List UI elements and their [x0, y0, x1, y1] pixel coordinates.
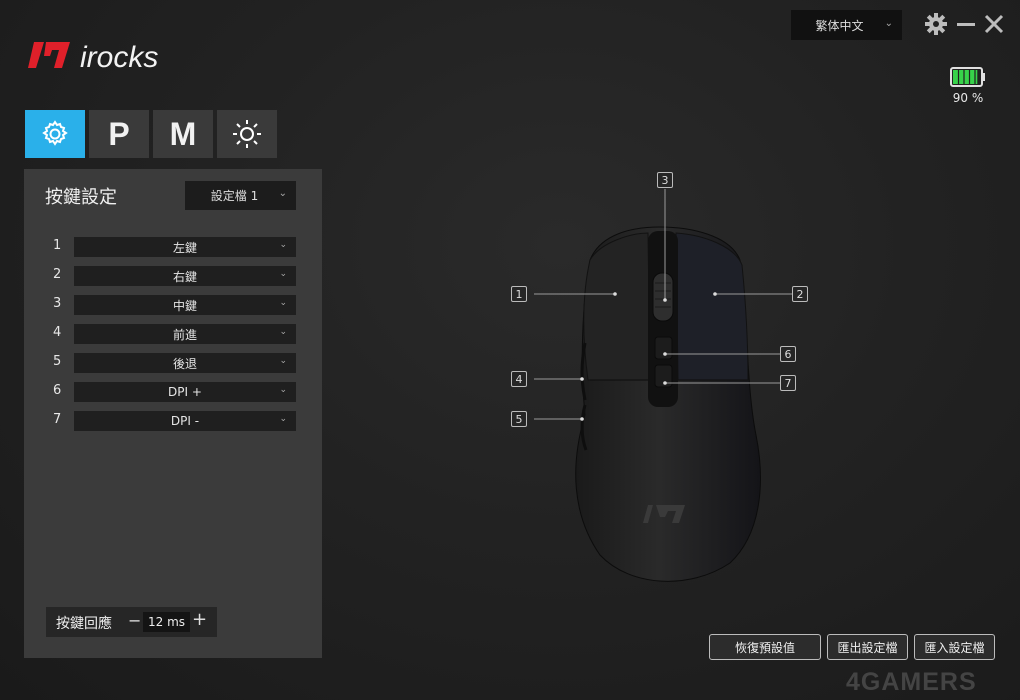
sun-icon: [233, 120, 261, 148]
button-number: 5: [53, 354, 62, 369]
close-icon[interactable]: [982, 12, 1006, 36]
chevron-down-icon: ⌄: [278, 188, 287, 199]
battery-icon: [950, 67, 985, 87]
irocks-logo: irocks: [28, 41, 158, 72]
profile-label: 設定檔 1: [210, 189, 259, 203]
callout-4[interactable]: 4: [511, 371, 527, 387]
callout-7[interactable]: 7: [780, 375, 796, 391]
chevron-down-icon: ⌄: [279, 240, 287, 250]
tab-performance[interactable]: P: [89, 110, 149, 158]
import-profile-button[interactable]: 匯入設定檔: [914, 634, 995, 660]
callout-2[interactable]: 2: [792, 286, 808, 302]
profile-select[interactable]: 設定檔 1 ⌄: [185, 181, 296, 210]
language-select[interactable]: 繁体中文 ⌄: [791, 10, 902, 40]
export-profile-button[interactable]: 匯出設定檔: [827, 634, 908, 660]
chevron-down-icon: ⌄: [279, 269, 287, 279]
button-3-value: 中鍵: [172, 298, 197, 313]
minimize-icon[interactable]: [954, 12, 978, 36]
chevron-down-icon: ⌄: [279, 356, 287, 366]
response-time-control: 按鍵回應 − 12 ms +: [46, 607, 217, 637]
battery-percent: 90 %: [952, 91, 984, 105]
chevron-down-icon: ⌄: [884, 18, 893, 29]
button-number: 7: [53, 412, 62, 427]
watermark: 4GAMERS: [846, 668, 977, 696]
button-1-value: 左鍵: [172, 240, 197, 255]
button-number: 2: [53, 267, 62, 282]
button-4-select[interactable]: 前進 ⌄: [74, 324, 296, 344]
button-6-value: DPI +: [168, 385, 202, 399]
button-2-value: 右鍵: [172, 269, 197, 284]
restore-defaults-button[interactable]: 恢復預設值: [709, 634, 821, 660]
chevron-down-icon: ⌄: [279, 414, 287, 424]
chevron-down-icon: ⌄: [279, 298, 287, 308]
tab-lighting[interactable]: [217, 110, 277, 158]
gear-icon: [42, 120, 68, 146]
button-4-value: 前進: [172, 327, 197, 342]
callout-3[interactable]: 3: [657, 172, 673, 188]
tab-settings[interactable]: [25, 110, 85, 158]
button-7-select[interactable]: DPI - ⌄: [74, 411, 296, 431]
button-3-select[interactable]: 中鍵 ⌄: [74, 295, 296, 315]
button-number: 1: [53, 238, 62, 253]
button-number: 3: [53, 296, 62, 311]
button-number: 6: [53, 383, 62, 398]
button-2-select[interactable]: 右鍵 ⌄: [74, 266, 296, 286]
gear-icon[interactable]: [924, 12, 948, 36]
logo-text: irocks: [80, 41, 158, 72]
button-5-select[interactable]: 後退 ⌄: [74, 353, 296, 373]
tab-macro[interactable]: M: [153, 110, 213, 158]
decrease-button[interactable]: −: [128, 611, 141, 630]
button-7-value: DPI -: [170, 414, 200, 428]
panel-title: 按鍵設定: [45, 187, 117, 208]
response-time-value[interactable]: 12 ms: [143, 612, 190, 632]
callout-5[interactable]: 5: [511, 411, 527, 427]
button-5-value: 後退: [172, 356, 197, 371]
button-1-select[interactable]: 左鍵 ⌄: [74, 237, 296, 257]
button-number: 4: [53, 325, 62, 340]
mouse-diagram: [534, 189, 792, 582]
button-6-select[interactable]: DPI + ⌄: [74, 382, 296, 402]
response-time-label: 按鍵回應: [56, 616, 112, 632]
chevron-down-icon: ⌄: [279, 385, 287, 395]
language-label: 繁体中文: [815, 18, 864, 33]
increase-button[interactable]: +: [192, 609, 207, 630]
chevron-down-icon: ⌄: [279, 327, 287, 337]
callout-6[interactable]: 6: [780, 346, 796, 362]
callout-1[interactable]: 1: [511, 286, 527, 302]
